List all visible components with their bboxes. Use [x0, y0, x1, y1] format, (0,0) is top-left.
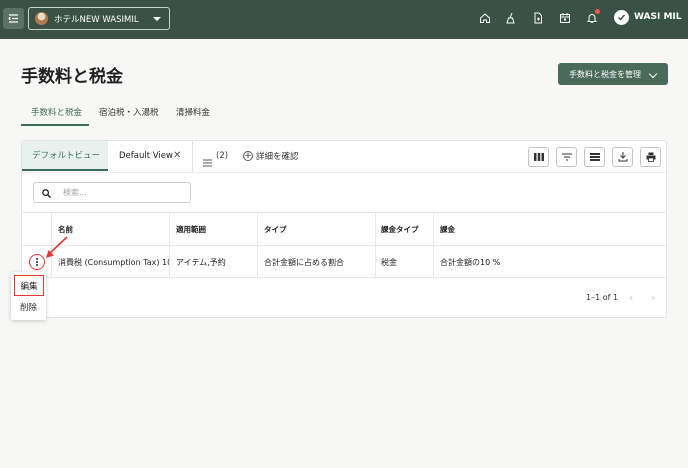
check-avatar-icon[interactable] — [614, 10, 629, 25]
divider — [22, 277, 666, 278]
cleaning-icon[interactable] — [504, 11, 518, 25]
calendar-icon[interactable] — [558, 11, 572, 25]
divider — [192, 141, 193, 172]
manage-fees-taxes-button[interactable]: 手数料と税金を管理 — [558, 63, 668, 85]
column-header-name[interactable]: 名前 — [58, 224, 73, 235]
column-divider — [257, 212, 258, 278]
tab-cleaning-fee[interactable]: 清掃料金 — [176, 106, 210, 118]
home-icon[interactable] — [478, 11, 492, 25]
user-name[interactable]: WASI MIL — [634, 12, 682, 22]
cell-name: 消費税 (Consumption Tax) 10% — [58, 258, 169, 267]
more-actions-icon[interactable] — [29, 254, 45, 270]
active-tab-underline — [21, 124, 89, 126]
columns-icon[interactable] — [528, 147, 549, 167]
cell-charge-type: 税金 — [381, 258, 397, 267]
cell-type: 合計金額に占める割合 — [264, 258, 344, 267]
download-icon[interactable] — [612, 147, 633, 167]
hotel-selector[interactable]: ホテルNEW WASIMIL — [28, 7, 170, 30]
list-icon[interactable] — [203, 152, 212, 171]
column-divider — [169, 212, 170, 278]
column-header-charge-type[interactable]: 課金タイプ — [381, 224, 419, 235]
column-header-scope[interactable]: 適用範囲 — [176, 224, 206, 235]
column-header-type[interactable]: タイプ — [264, 224, 287, 235]
table-header — [22, 212, 666, 246]
chevron-right-icon[interactable]: › — [651, 291, 655, 304]
annotation-arrow-icon — [46, 236, 68, 258]
menu-item-delete[interactable]: 削除 — [20, 301, 37, 313]
chevron-left-icon[interactable]: ‹ — [629, 291, 633, 304]
view-count[interactable]: (2) — [216, 151, 228, 161]
density-icon[interactable] — [584, 147, 605, 167]
hotel-avatar — [35, 12, 48, 25]
column-divider — [433, 212, 434, 278]
close-icon[interactable]: ✕ — [173, 150, 181, 161]
pagination-info: 1–1 of 1 — [586, 293, 619, 302]
chevron-down-icon — [648, 69, 658, 79]
view-tab-custom[interactable]: Default View — [119, 151, 173, 161]
view-tab-default-label: デフォルトビュー — [32, 151, 101, 161]
manage-button-label: 手数料と税金を管理 — [569, 69, 641, 79]
details-link[interactable]: + 詳細を確認 — [243, 150, 299, 162]
search-field[interactable] — [33, 182, 191, 203]
print-icon[interactable] — [640, 147, 661, 167]
column-header-charge[interactable]: 課金 — [440, 224, 455, 235]
add-circle-icon: + — [243, 150, 253, 161]
top-navigation-bar: ホテルNEW WASIMIL WASI MIL — [0, 0, 688, 39]
menu-item-edit[interactable]: 編集 — [14, 275, 44, 296]
divider — [22, 172, 666, 173]
column-divider — [375, 212, 376, 278]
notification-dot — [595, 9, 600, 14]
menu-icon[interactable] — [3, 8, 24, 29]
page-title: 手数料と税金 — [21, 67, 123, 87]
hotel-name: ホテルNEW WASIMIL — [54, 14, 139, 25]
search-input[interactable] — [63, 188, 183, 197]
cell-charge: 合計金額の10 % — [440, 258, 501, 267]
caret-down-icon — [153, 17, 161, 21]
details-link-label: 詳細を確認 — [256, 152, 299, 162]
filter-icon[interactable] — [556, 147, 577, 167]
bell-icon[interactable] — [585, 9, 600, 25]
tab-fees-taxes[interactable]: 手数料と税金 — [31, 106, 82, 118]
search-icon — [42, 183, 51, 202]
tab-accommodation-tax[interactable]: 宿泊税・入湯税 — [99, 106, 159, 118]
view-tab-default[interactable]: デフォルトビュー — [22, 141, 108, 171]
cell-scope: アイテム,予約 — [176, 258, 226, 267]
document-icon[interactable] — [531, 11, 545, 25]
